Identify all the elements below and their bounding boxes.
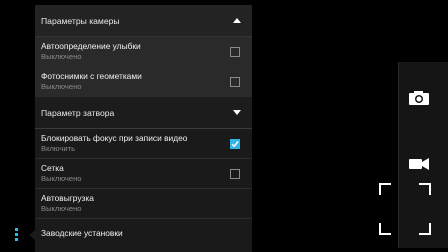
setting-auto-upload[interactable]: Автовыгрузка Выключено <box>35 189 252 219</box>
setting-geotag[interactable]: Фотоснимки с геометками Выключено <box>35 67 252 97</box>
video-camera-icon[interactable] <box>408 157 430 171</box>
setting-grid[interactable]: Сетка Выключено <box>35 159 252 189</box>
panel-pointer <box>29 230 35 240</box>
setting-text: Автоопределение улыбки Выключено <box>41 41 141 62</box>
setting-status: Выключено <box>41 174 82 183</box>
menu-icon[interactable] <box>14 228 20 244</box>
setting-text: Фотоснимки с геометками Выключено <box>41 71 142 92</box>
setting-status: Выключено <box>41 82 82 91</box>
setting-title: Блокировать фокус при записи видео <box>41 133 188 143</box>
geotag-checkbox[interactable] <box>230 76 240 87</box>
setting-smile-detection[interactable]: Автоопределение улыбки Выключено <box>35 37 252 67</box>
checkmark-icon <box>231 140 239 147</box>
setting-title: Сетка <box>41 163 64 173</box>
focus-frame-icon <box>379 183 431 235</box>
setting-title: Автоопределение улыбки <box>41 41 141 51</box>
setting-title: Автовыгрузка <box>41 193 94 203</box>
smile-detection-checkbox[interactable] <box>230 46 240 57</box>
shutter-settings-header[interactable]: Параметр затвора <box>35 97 252 129</box>
setting-status: Выключено <box>41 52 82 61</box>
setting-status: Включить <box>41 144 76 153</box>
chevron-up-icon <box>233 18 241 23</box>
chevron-down-icon <box>233 110 241 115</box>
setting-text: Сетка Выключено <box>41 163 82 184</box>
camera-settings-header[interactable]: Параметры камеры <box>35 5 252 37</box>
setting-factory-reset[interactable]: Заводские установки <box>35 219 252 247</box>
lock-focus-checkbox[interactable] <box>230 138 240 149</box>
settings-panel: Параметры камеры Автоопределение улыбки … <box>35 5 252 252</box>
camera-settings-title: Параметры камеры <box>41 15 120 26</box>
setting-status: Выключено <box>41 204 82 213</box>
setting-title: Заводские установки <box>41 227 123 238</box>
camera-icon[interactable] <box>408 90 430 106</box>
setting-text: Блокировать фокус при записи видео Включ… <box>41 133 187 154</box>
setting-text: Заводские установки <box>41 228 123 239</box>
grid-checkbox[interactable] <box>230 168 240 179</box>
setting-text: Автовыгрузка Выключено <box>41 193 94 214</box>
setting-title: Фотоснимки с геометками <box>41 71 142 81</box>
setting-lock-focus[interactable]: Блокировать фокус при записи видео Включ… <box>35 129 252 159</box>
shutter-settings-title: Параметр затвора <box>41 107 115 118</box>
